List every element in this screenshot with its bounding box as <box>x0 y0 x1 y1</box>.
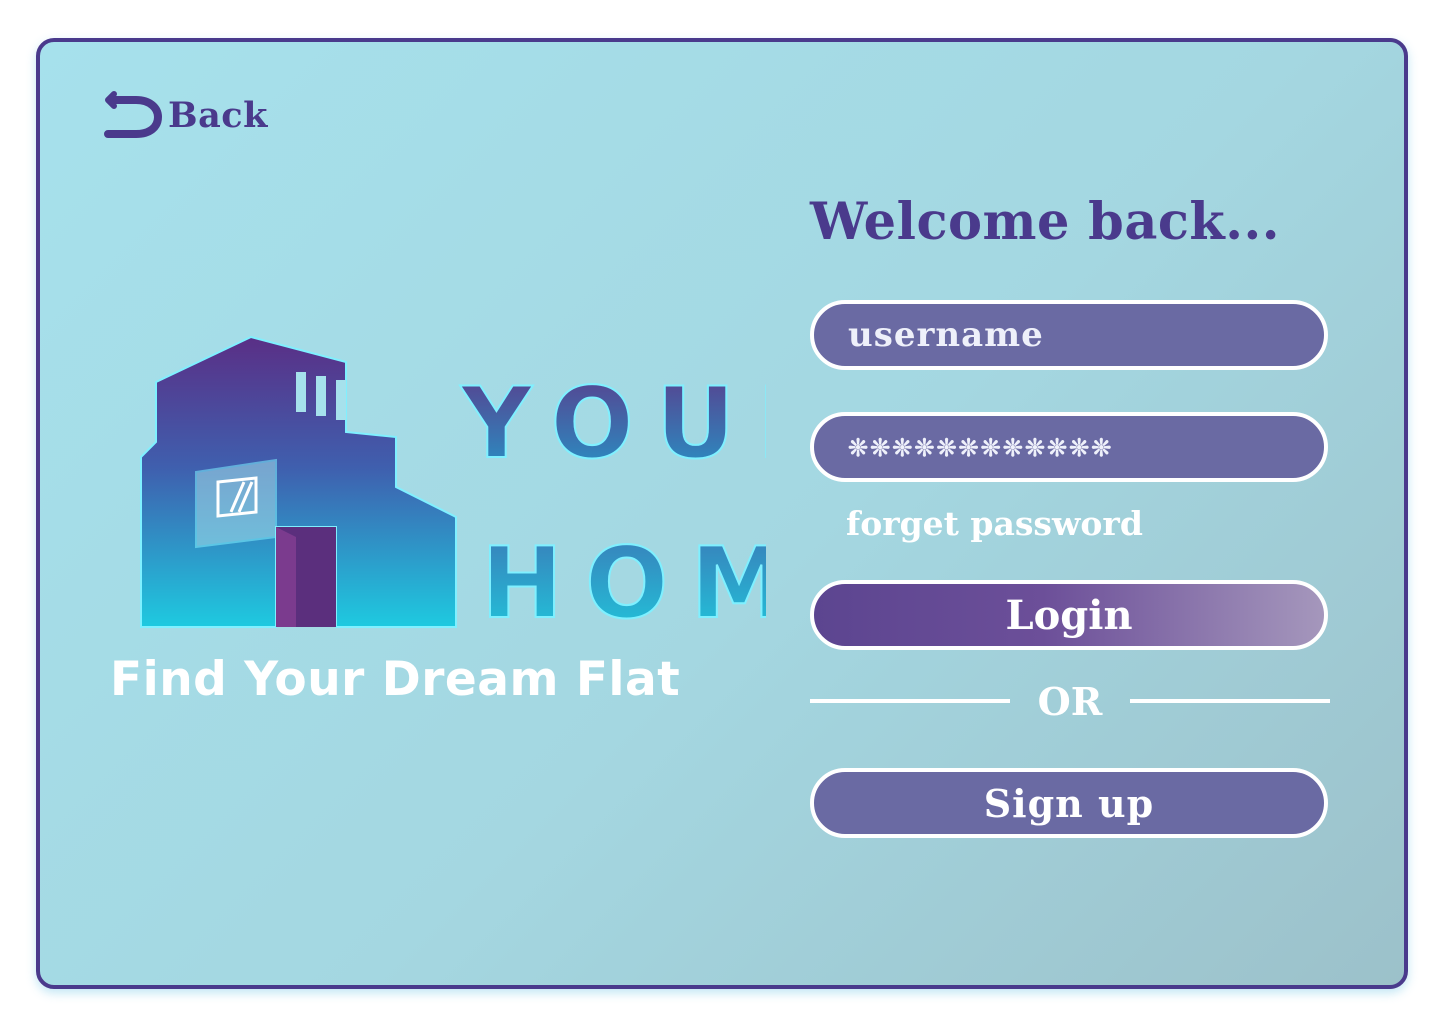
username-field[interactable]: username <box>810 300 1328 370</box>
back-arrow-icon <box>104 91 162 138</box>
password-value: ❊❊❊❊❊❊❊❊❊❊❊❊ <box>848 432 1114 462</box>
logo-line-home: HOME <box>481 527 766 632</box>
login-form: Welcome back... username ❊❊❊❊❊❊❊❊❊❊❊❊ fo… <box>810 192 1330 838</box>
back-label: Back <box>168 94 268 136</box>
login-card: Back YOU HO Find Your Dream Flat Welcome… <box>36 38 1408 989</box>
back-button[interactable]: Back <box>102 90 268 140</box>
signup-button[interactable]: Sign up <box>810 768 1328 838</box>
divider-line-left <box>810 699 1010 703</box>
building-icon <box>140 335 457 628</box>
your-home-logo: YOUR HOME <box>96 332 766 632</box>
logo-line-your: YOUR <box>460 367 766 481</box>
or-divider: OR <box>810 678 1330 724</box>
or-label: OR <box>1037 678 1103 724</box>
divider-line-right <box>1130 699 1330 703</box>
username-value: username <box>848 315 1044 355</box>
password-field[interactable]: ❊❊❊❊❊❊❊❊❊❊❊❊ <box>810 412 1328 482</box>
forget-password-link[interactable]: forget password <box>846 504 1143 543</box>
login-button[interactable]: Login <box>810 580 1328 650</box>
tagline: Find Your Dream Flat <box>110 652 681 707</box>
welcome-title: Welcome back... <box>810 192 1281 252</box>
